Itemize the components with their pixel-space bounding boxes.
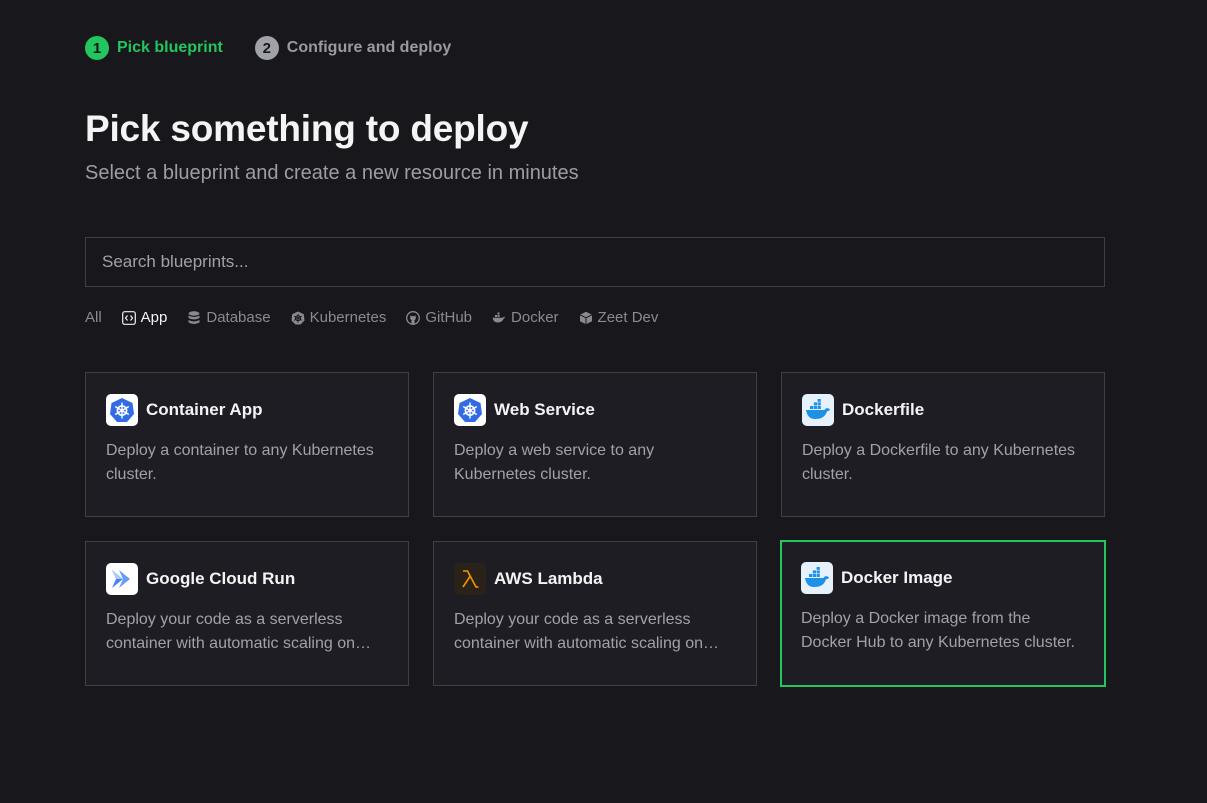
cloud-run-icon	[106, 563, 138, 595]
step-number: 2	[254, 36, 279, 60]
blueprint-card-google-cloud-run[interactable]: Google Cloud Run Deploy your code as a s…	[85, 541, 409, 686]
filter-label: Database	[206, 309, 271, 326]
card-description: Deploy a Docker image from the Docker Hu…	[801, 610, 1075, 651]
category-filters: All App Database Kubernetes GitHub Docke…	[85, 309, 658, 326]
blueprint-card-dockerfile[interactable]: Dockerfile Deploy a Dockerfile to any Ku…	[781, 372, 1105, 517]
blueprint-card-web-service[interactable]: Web Service Deploy a web service to any …	[433, 372, 757, 517]
kubernetes-icon	[291, 311, 305, 325]
filter-all[interactable]: All	[85, 309, 102, 326]
search-box	[85, 237, 1105, 287]
card-title: Dockerfile	[842, 400, 925, 419]
database-icon	[187, 310, 201, 325]
blueprint-card-docker-image[interactable]: Docker Image Deploy a Docker image from …	[780, 540, 1106, 687]
page-title: Pick something to deploy	[85, 108, 529, 149]
filter-label: All	[85, 309, 102, 326]
filter-docker[interactable]: Docker	[492, 309, 559, 326]
filter-database[interactable]: Database	[187, 309, 271, 326]
step-configure-and-deploy[interactable]: 2 Configure and deploy	[254, 36, 452, 60]
filter-label: Kubernetes	[309, 309, 387, 326]
card-description: Deploy a Dockerfile to any Kubernetes cl…	[802, 442, 1076, 483]
lambda-icon	[454, 563, 486, 595]
filter-kubernetes[interactable]: Kubernetes	[291, 309, 387, 326]
step-number: 1	[85, 36, 109, 60]
kubernetes-icon	[106, 394, 138, 426]
github-icon	[406, 310, 421, 325]
filter-label: App	[140, 309, 168, 326]
search-input[interactable]	[102, 252, 1088, 272]
blueprint-card-aws-lambda[interactable]: AWS Lambda Deploy your code as a serverl…	[433, 541, 757, 686]
filter-label: Docker	[511, 309, 559, 326]
filter-label: GitHub	[425, 309, 473, 326]
card-title: Google Cloud Run	[146, 569, 296, 588]
filter-app[interactable]: App	[121, 309, 168, 326]
card-description: Deploy your code as a serverless contain…	[106, 611, 356, 652]
docker-icon	[802, 394, 834, 426]
blueprint-picker-page: 1 Pick blueprint 2 Configure and deploy …	[0, 0, 1207, 803]
code-icon	[121, 310, 136, 325]
filter-label: Zeet Dev	[597, 309, 659, 326]
kubernetes-icon	[454, 394, 486, 426]
filter-zeet-dev[interactable]: Zeet Dev	[579, 309, 659, 326]
card-title: Web Service	[494, 400, 595, 419]
card-title: Container App	[146, 400, 263, 419]
cube-icon	[579, 311, 593, 325]
blueprint-card-container-app[interactable]: Container App Deploy a container to any …	[85, 372, 409, 517]
stepper: 1 Pick blueprint 2 Configure and deploy	[85, 36, 451, 60]
card-title: Docker Image	[841, 568, 953, 587]
step-label: Configure and deploy	[286, 39, 452, 56]
step-pick-blueprint[interactable]: 1 Pick blueprint	[85, 36, 223, 60]
card-title: AWS Lambda	[494, 569, 603, 588]
docker-icon	[801, 562, 833, 594]
card-description: Deploy a web service to any Kubernetes c…	[454, 442, 655, 483]
card-description: Deploy a container to any Kubernetes clu…	[106, 442, 374, 483]
page-subtitle: Select a blueprint and create a new reso…	[85, 162, 579, 184]
filter-github[interactable]: GitHub	[406, 309, 472, 326]
card-description: Deploy your code as a serverless contain…	[454, 611, 704, 652]
docker-icon	[492, 311, 506, 325]
step-label: Pick blueprint	[117, 39, 223, 56]
